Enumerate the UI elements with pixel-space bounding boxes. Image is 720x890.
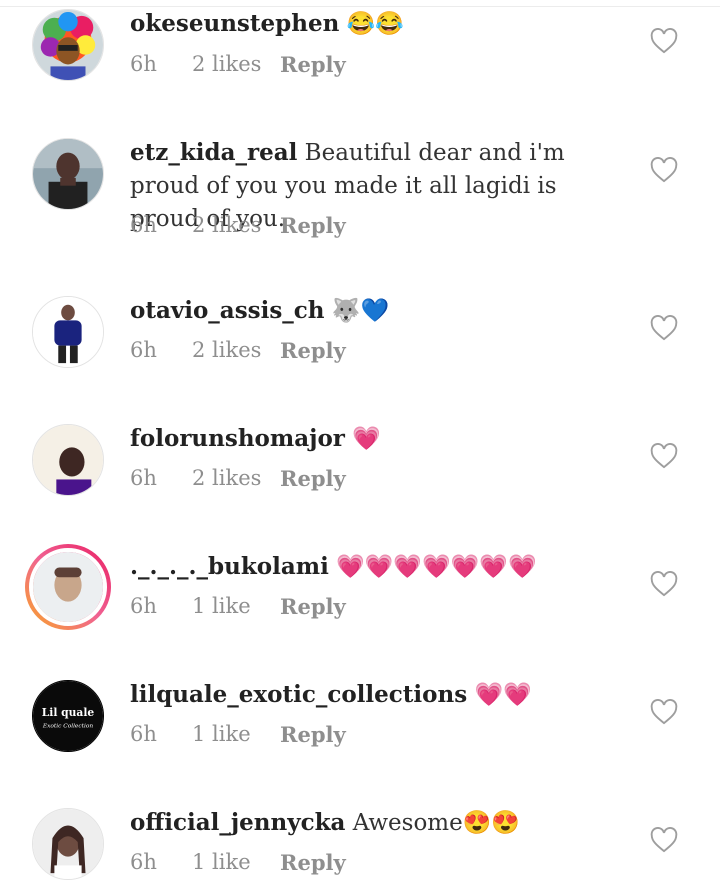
comment-username[interactable]: official_jennycka [130,809,345,836]
comment-meta: 6h 2 likes Reply [130,466,346,491]
comment-text: okeseunstephen 😂😂 [130,7,630,41]
comment-text: lilquale_exotic_collections 💗💗 [130,678,630,712]
heart-outline-icon[interactable] [650,571,678,597]
comment-message: Awesome😍😍 [345,810,520,836]
logo-subtext: Exotic Collection [42,724,93,730]
comment-time: 6h [130,338,157,362]
heart-outline-icon[interactable] [650,315,678,341]
reply-button[interactable]: Reply [280,52,346,77]
comment-meta: 6h 1 like Reply [130,594,346,619]
comment-meta: 6h 2 likes Reply [130,213,346,238]
comment-username[interactable]: okeseunstephen [130,10,339,37]
comment-meta: 6h 1 like Reply [130,722,346,747]
comment-likes[interactable]: 2 likes [192,213,280,238]
reply-button[interactable]: Reply [280,338,346,363]
man-selfie-avatar[interactable] [32,424,104,496]
heart-outline-icon[interactable] [650,157,678,183]
comment-message: 😂😂 [339,11,404,37]
logo-text: Lil quale [42,706,95,719]
comment-username[interactable]: ._._._._bukolami [130,553,329,580]
comment-likes[interactable]: 2 likes [192,52,280,77]
heart-outline-icon[interactable] [650,28,678,54]
comment-text: official_jennycka Awesome😍😍 [130,806,630,840]
comment-message: 💗💗 [467,682,532,708]
comment-message: 💗💗💗💗💗💗💗 [328,554,537,580]
comment-username[interactable]: etz_kida_real [130,139,297,166]
comment-time: 6h [130,213,157,237]
comment-time: 6h [130,722,157,746]
reply-button[interactable]: Reply [280,466,346,491]
comment-meta: 6h 2 likes Reply [130,338,346,363]
comment-likes[interactable]: 2 likes [192,338,280,363]
comment-likes[interactable]: 1 like [192,594,280,619]
reply-button[interactable]: Reply [280,213,346,238]
top-divider [0,0,720,7]
comment-meta: 6h 2 likes Reply [130,52,346,77]
man-dark-shirt-avatar[interactable] [32,138,104,210]
comment-time: 6h [130,466,157,490]
comment-username[interactable]: folorunshomajor [130,425,345,452]
comment-text: ._._._._bukolami 💗💗💗💗💗💗💗 [130,550,630,584]
comment-time: 6h [130,850,157,874]
comment-username[interactable]: lilquale_exotic_collections [130,681,467,708]
comment-meta: 6h 1 like Reply [130,850,346,875]
story-ring [29,548,107,626]
heart-outline-icon[interactable] [650,443,678,469]
man-blue-hoodie-avatar[interactable] [32,296,104,368]
reply-button[interactable]: Reply [280,722,346,747]
comment-text: otavio_assis_ch 🐺💙 [130,294,630,328]
rainbow-wig-avatar[interactable] [32,9,104,81]
comment-time: 6h [130,594,157,618]
comment-message: 💗 [344,426,381,452]
heart-outline-icon[interactable] [650,827,678,853]
heart-outline-icon[interactable] [650,699,678,725]
comment-username[interactable]: otavio_assis_ch [130,297,325,324]
comment-likes[interactable]: 2 likes [192,466,280,491]
comment-likes[interactable]: 1 like [192,722,280,747]
comment-text: folorunshomajor 💗 [130,422,630,456]
woman-braids-avatar[interactable] [32,808,104,880]
lil-quale-logo-avatar[interactable]: Lil quale Exotic Collection [32,680,104,752]
woman-portrait-avatar[interactable] [25,544,111,630]
comment-likes[interactable]: 1 like [192,850,280,875]
reply-button[interactable]: Reply [280,594,346,619]
comment-time: 6h [130,52,157,76]
comment-message: 🐺💙 [324,298,390,324]
reply-button[interactable]: Reply [280,850,346,875]
